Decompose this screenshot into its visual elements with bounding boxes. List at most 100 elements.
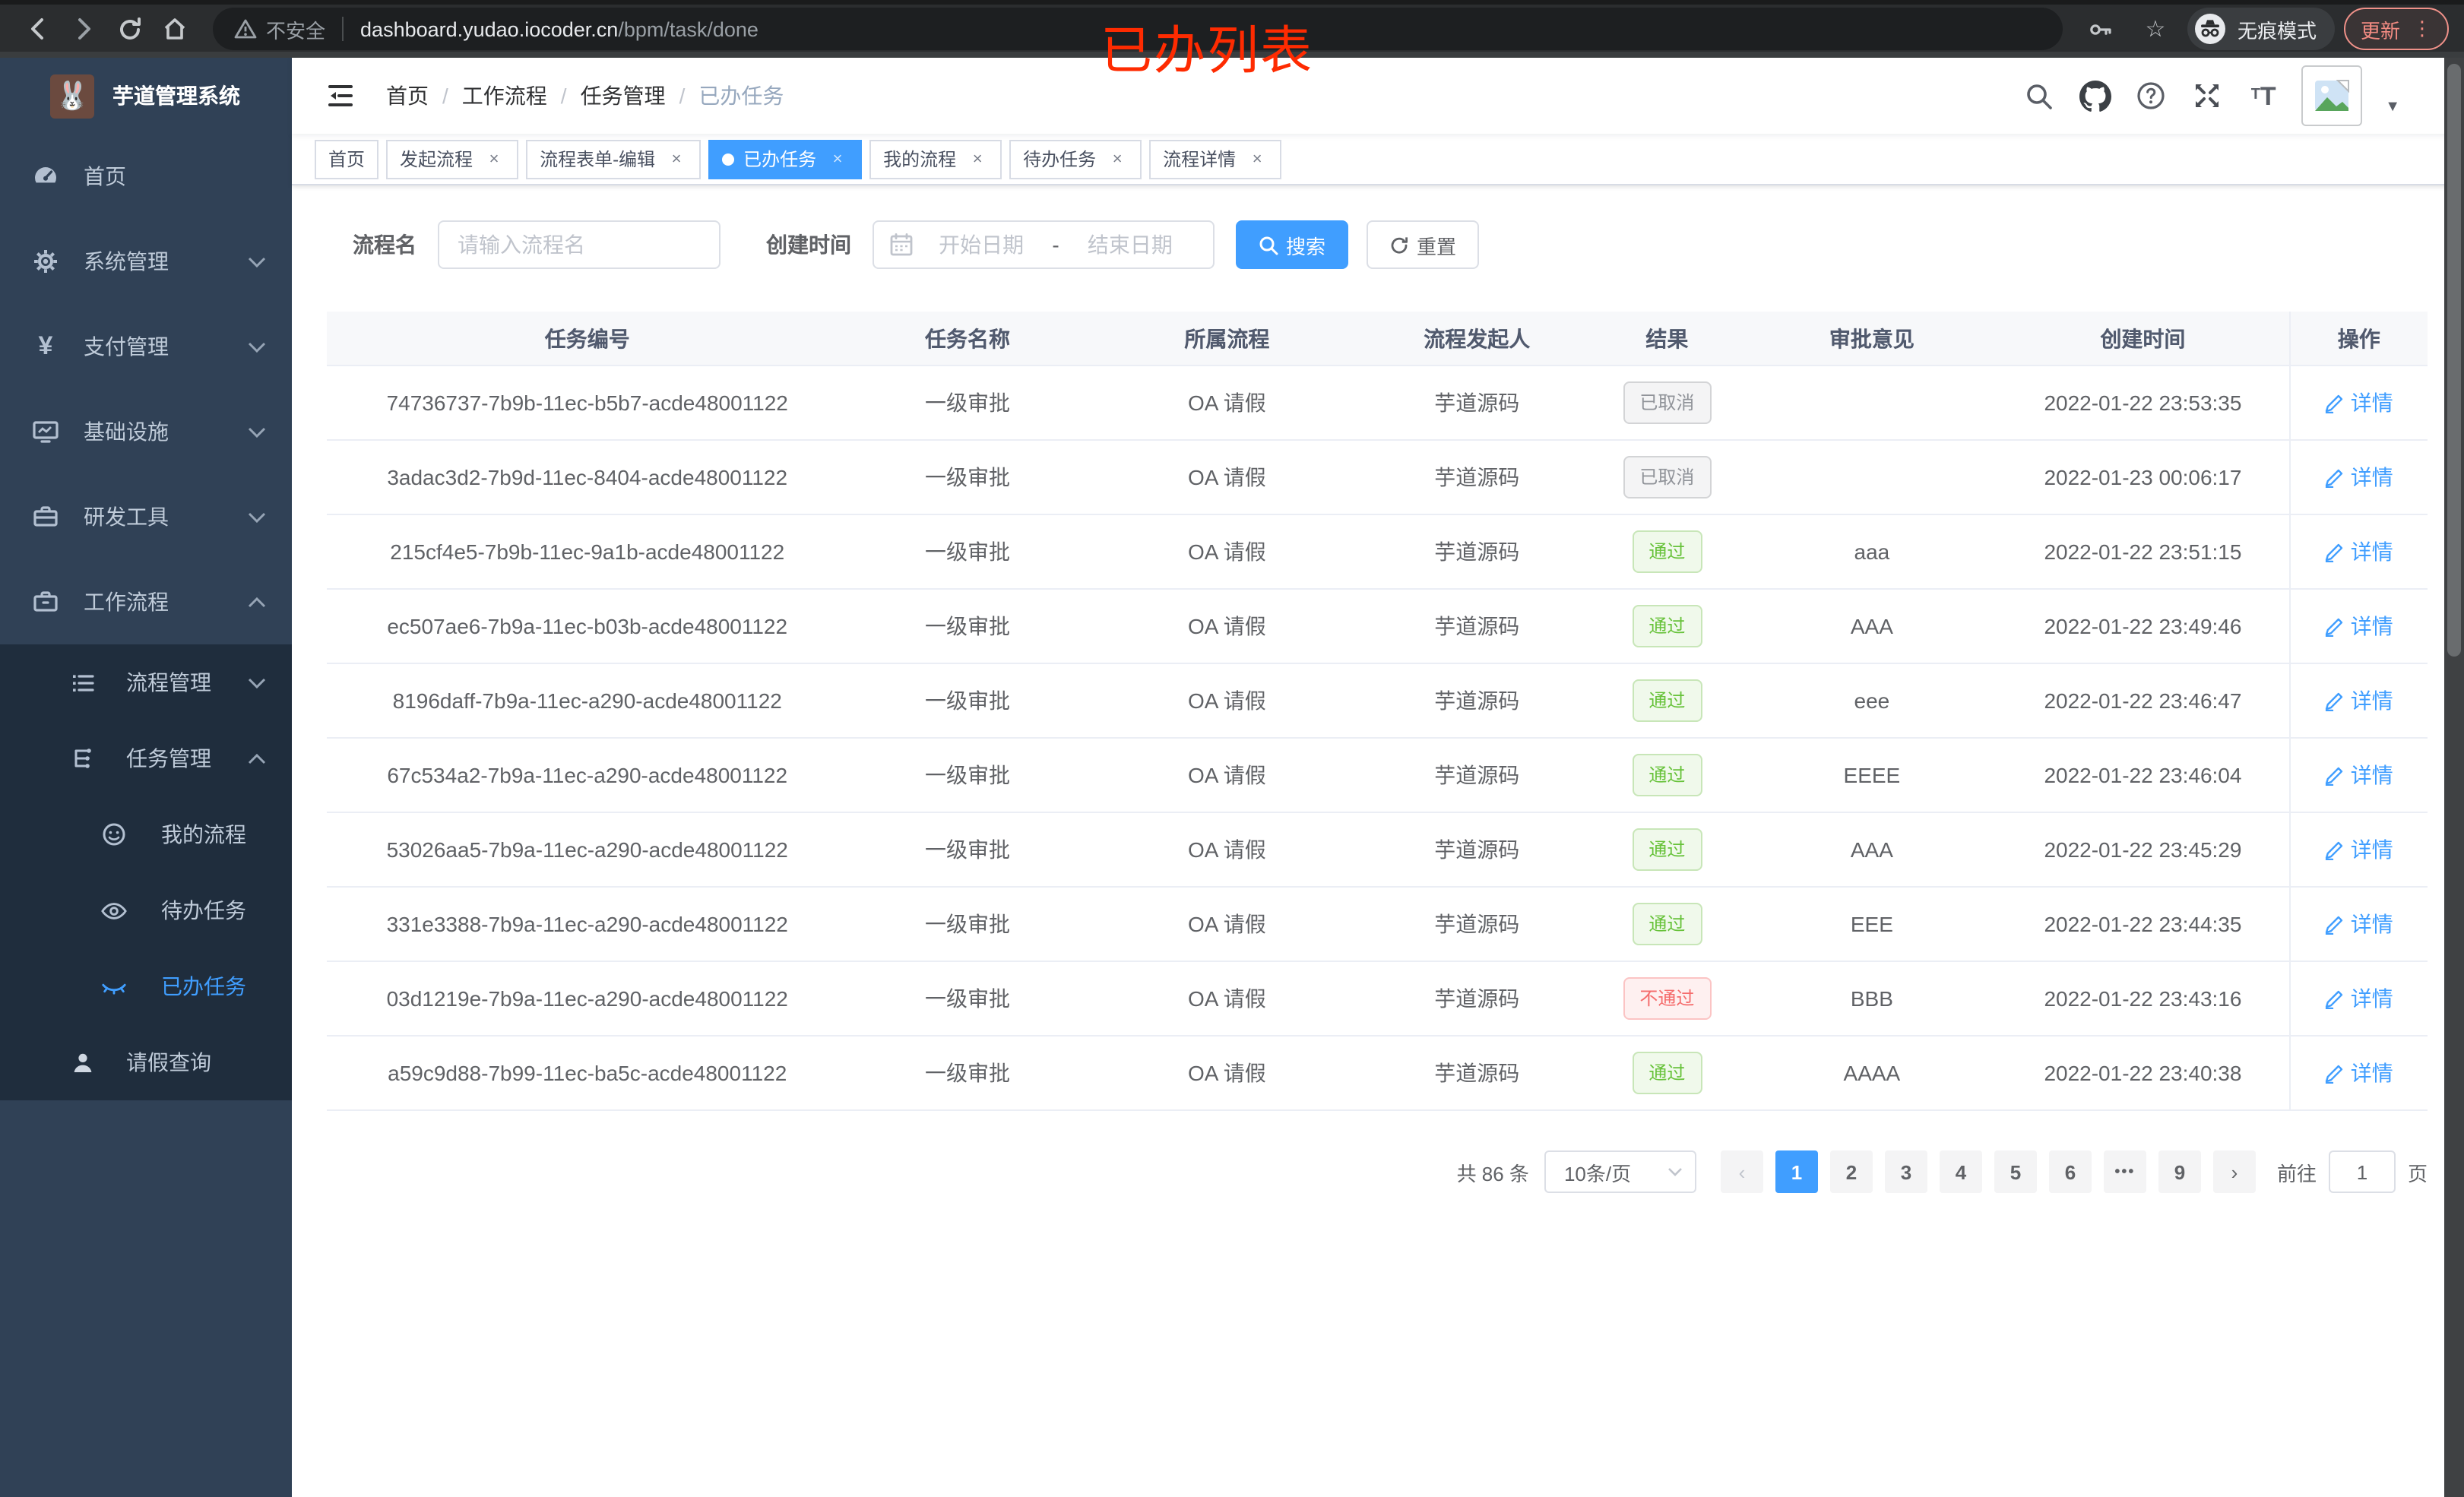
close-icon[interactable]: × [827, 148, 848, 169]
sidebar-item-todo-tasks[interactable]: 待办任务 [0, 872, 292, 948]
breadcrumb-workflow[interactable]: 工作流程 [462, 81, 547, 111]
browser-menu-icon[interactable]: ⋮ [2412, 18, 2432, 38]
sidebar-item-done-tasks[interactable]: 已办任务 [0, 948, 292, 1024]
close-icon[interactable]: × [1246, 148, 1268, 169]
sidebar-item-label: 工作流程 [84, 590, 169, 614]
sidebar-item-label: 流程管理 [126, 670, 211, 695]
close-icon[interactable]: × [666, 148, 687, 169]
table-row: 215cf4e5-7b9b-11ec-9a1b-acde48001122 一级审… [327, 515, 2428, 590]
process-name-input[interactable]: 请输入流程名 [438, 220, 721, 269]
status-badge: 通过 [1632, 530, 1702, 573]
sidebar-item-payment[interactable]: ¥ 支付管理 [0, 304, 292, 389]
col-process: 所属流程 [1184, 326, 1270, 350]
page-scrollbar[interactable] [2444, 58, 2464, 1497]
sidebar-item-task-mgmt[interactable]: 任务管理 [0, 720, 292, 796]
date-range-input[interactable]: 开始日期 - 结束日期 [873, 220, 1215, 269]
tab[interactable]: 发起流程 × [386, 139, 519, 179]
sidebar-toggle-icon[interactable] [313, 68, 368, 123]
detail-link[interactable]: 详情 [2325, 611, 2393, 641]
reset-button[interactable]: 重置 [1367, 220, 1480, 269]
font-size-icon[interactable]: TT [2245, 78, 2282, 114]
bookmark-star-icon[interactable]: ☆ [2133, 6, 2178, 52]
detail-link[interactable]: 详情 [2325, 388, 2393, 418]
tab[interactable]: 流程表单-编辑 × [526, 139, 702, 179]
sidebar-item-my-process[interactable]: 我的流程 [0, 796, 292, 872]
page-button[interactable]: 2 [1829, 1150, 1873, 1193]
status-badge: 通过 [1632, 679, 1702, 722]
avatar-caret-icon[interactable]: ▼ [2385, 98, 2400, 115]
github-icon[interactable] [2076, 78, 2113, 114]
prev-page-button[interactable]: ‹ [1720, 1150, 1763, 1193]
tab[interactable]: 流程详情 × [1149, 139, 1282, 179]
sidebar-item-infra[interactable]: 基础设施 [0, 389, 292, 474]
detail-link[interactable]: 详情 [2325, 685, 2393, 716]
forward-icon[interactable] [61, 6, 106, 52]
cell-comment: AAA [1850, 614, 1893, 638]
back-icon[interactable] [15, 6, 61, 52]
breadcrumb-task-mgmt[interactable]: 任务管理 [581, 81, 666, 111]
page-buttons: 1 2 3 4 5 6 ••• 9 [1769, 1150, 2207, 1193]
reload-icon[interactable] [106, 6, 152, 52]
detail-link[interactable]: 详情 [2325, 1058, 2393, 1088]
breadcrumb-separator: / [560, 84, 567, 108]
close-icon[interactable]: × [1107, 148, 1128, 169]
sidebar-item-devtools[interactable]: 研发工具 [0, 474, 292, 559]
cell-task-id: 67c534a2-7b9a-11ec-a290-acde48001122 [387, 763, 788, 787]
detail-link[interactable]: 详情 [2325, 536, 2393, 567]
cell-process: OA 请假 [1188, 986, 1266, 1011]
tab[interactable]: 我的流程 × [869, 139, 1002, 179]
page-button[interactable]: ••• [2103, 1150, 2146, 1193]
detail-label: 详情 [2350, 688, 2393, 713]
cell-task-name: 一级审批 [925, 688, 1010, 713]
breadcrumb-separator: / [442, 84, 448, 108]
help-icon[interactable] [2133, 78, 2169, 114]
page-button[interactable]: 3 [1884, 1150, 1927, 1193]
page-button[interactable]: 5 [1994, 1150, 2037, 1193]
next-page-button[interactable]: › [2212, 1150, 2256, 1193]
page-button[interactable]: 9 [2158, 1150, 2201, 1193]
tab[interactable]: 首页 [315, 139, 379, 179]
sidebar-item-workflow[interactable]: 工作流程 [0, 559, 292, 644]
reset-button-label: 重置 [1417, 235, 1457, 258]
detail-link[interactable]: 详情 [2325, 462, 2393, 492]
detail-link[interactable]: 详情 [2325, 983, 2393, 1014]
sidebar-item-process-mgmt[interactable]: 流程管理 [0, 644, 292, 720]
sidebar-item-home[interactable]: 首页 [0, 134, 292, 219]
home-icon[interactable] [152, 6, 198, 52]
sidebar-item-leave-query[interactable]: 请假查询 [0, 1024, 292, 1100]
table-body: 74736737-7b9b-11ec-b5b7-acde48001122 一级审… [327, 366, 2428, 1111]
scrollbar-thumb[interactable] [2447, 64, 2461, 657]
sidebar-item-system[interactable]: 系统管理 [0, 219, 292, 304]
page-button[interactable]: 6 [2048, 1150, 2092, 1193]
search-icon[interactable] [2020, 78, 2057, 114]
sidebar-logo[interactable]: 🐰 芋道管理系统 [0, 58, 292, 134]
page-size-select[interactable]: 10条/页 [1544, 1150, 1696, 1193]
detail-link[interactable]: 详情 [2325, 909, 2393, 939]
edit-pen-icon [2326, 915, 2343, 934]
tab[interactable]: 已办任务 × [708, 139, 863, 179]
cell-task-id: 331e3388-7b9a-11ec-a290-acde48001122 [386, 912, 788, 936]
detail-label: 详情 [2350, 763, 2393, 787]
password-key-icon[interactable] [2078, 6, 2124, 52]
detail-link[interactable]: 详情 [2325, 834, 2393, 865]
close-icon[interactable]: × [483, 148, 505, 169]
cell-process: OA 请假 [1188, 763, 1266, 787]
tab[interactable]: 待办任务 × [1009, 139, 1142, 179]
edit-pen-icon [2326, 989, 2343, 1008]
goto-page-input[interactable]: 1 [2328, 1150, 2396, 1193]
page-button[interactable]: 4 [1939, 1150, 1982, 1193]
status-badge: 不通过 [1623, 977, 1712, 1020]
fullscreen-icon[interactable] [2189, 78, 2225, 114]
cell-task-id: 74736737-7b9b-11ec-b5b7-acde48001122 [386, 391, 788, 415]
detail-link[interactable]: 详情 [2325, 760, 2393, 790]
close-icon[interactable]: × [967, 148, 988, 169]
search-button[interactable]: 搜索 [1236, 220, 1349, 269]
edit-pen-icon [2326, 617, 2343, 636]
avatar[interactable] [2301, 65, 2363, 126]
briefcase-icon [32, 588, 59, 616]
detail-label: 详情 [2350, 837, 2393, 862]
breadcrumb-home[interactable]: 首页 [386, 81, 429, 111]
edit-pen-icon [2326, 468, 2343, 487]
page-button[interactable]: 1 [1775, 1150, 1818, 1193]
browser-update-button[interactable]: 更新 ⋮ [2343, 8, 2449, 50]
